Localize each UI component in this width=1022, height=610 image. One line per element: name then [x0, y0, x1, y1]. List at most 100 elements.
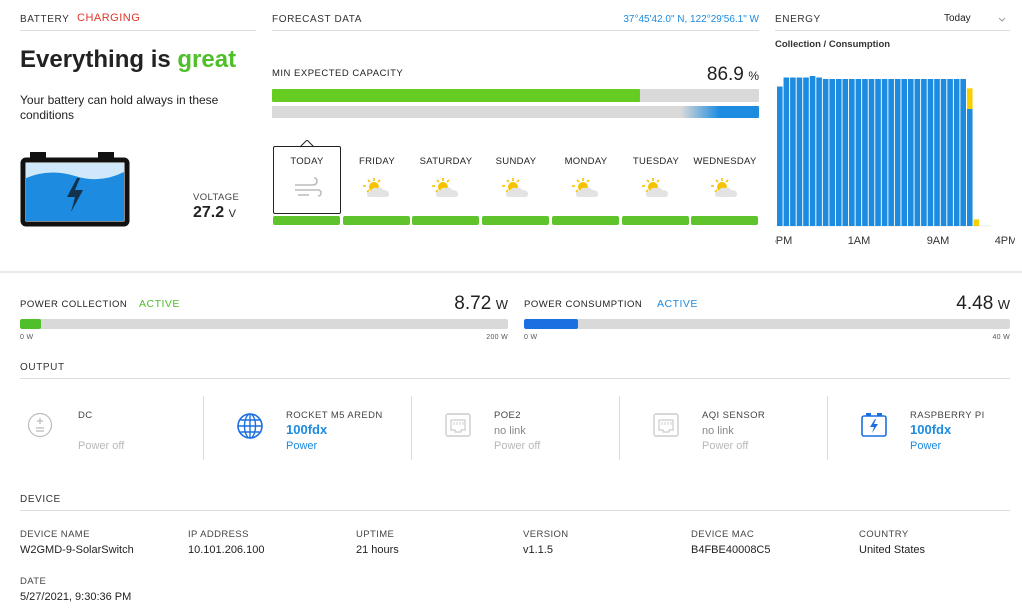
forecast-day-monday[interactable]: MONDAY — [552, 146, 620, 214]
uptime-label: UPTIME — [356, 529, 395, 540]
output-port-link: no link — [494, 425, 526, 437]
date-value: 5/27/2021, 9:30:36 PM — [20, 591, 132, 603]
output-port-power: Power — [910, 440, 942, 452]
voltage-readout: 27.2 V — [193, 204, 236, 222]
chart-x-tick-label: 5PM — [775, 235, 792, 247]
chart-bar-collection — [966, 109, 973, 226]
globe-icon — [237, 413, 263, 439]
output-port-power: Power off — [702, 440, 749, 452]
partly-sunny-icon — [642, 178, 668, 197]
power-consumption-unit: W — [997, 297, 1010, 312]
output-port-name: ROCKET M5 AREDN — [286, 410, 383, 421]
power-collection-min: 0 W — [20, 334, 34, 341]
power-consumption-readout: 4.48 W — [900, 293, 1010, 315]
chart-bar-collection — [940, 79, 947, 226]
output-port-name: DC — [78, 410, 93, 421]
power-consumption-bar — [524, 319, 1010, 329]
partly-sunny-icon — [502, 178, 528, 197]
capacity-bar — [272, 89, 759, 102]
battery-charging-icon — [20, 152, 130, 227]
forecast-day-friday[interactable]: FRIDAY — [343, 146, 411, 214]
forecast-day-saturday[interactable]: SATURDAY — [412, 146, 480, 214]
device-mac-value: B4FBE40008C5 — [691, 544, 771, 556]
forecast-day-bar — [343, 216, 410, 225]
location-coordinates[interactable]: 37°45'42.0" N, 122°29'56.1" W — [560, 14, 759, 25]
power-consumption-bar-fill — [524, 319, 579, 329]
chart-bar-consumption — [966, 88, 973, 109]
chart-bar-collection — [914, 79, 921, 226]
chart-bar-collection — [842, 79, 849, 226]
voltage-label: VOLTAGE — [193, 192, 240, 203]
power-collection-readout: 8.72 W — [400, 293, 508, 315]
forecast-day-name: WEDNESDAY — [693, 156, 757, 167]
forecast-day-bar — [552, 216, 619, 225]
device-section-title: DEVICE — [20, 494, 61, 505]
output-section-title: OUTPUT — [20, 362, 65, 373]
version-value: v1.1.5 — [523, 544, 553, 556]
forecast-day-name: FRIDAY — [359, 156, 395, 167]
min-capacity-label: MIN EXPECTED CAPACITY — [272, 68, 404, 79]
partly-sunny-icon — [572, 178, 598, 197]
forecast-day-today[interactable]: TODAY — [273, 146, 341, 214]
range-select[interactable]: Today — [944, 13, 1010, 24]
forecast-day-tuesday[interactable]: TUESDAY — [622, 146, 690, 214]
power-consumption-label: POWER CONSUMPTION — [524, 299, 643, 310]
wind-icon — [295, 177, 322, 197]
ip-address-value: 10.101.206.100 — [188, 544, 265, 556]
country-label: COUNTRY — [859, 529, 909, 540]
battery-charge-port-icon — [861, 413, 887, 437]
battery-headline: Everything is great — [20, 46, 236, 74]
forecast-day-sunday[interactable]: SUNDAY — [482, 146, 550, 214]
power-consumption-status: ACTIVE — [657, 298, 698, 310]
chart-bar-collection — [835, 79, 842, 226]
power-collection-max: 200 W — [486, 334, 508, 341]
chart-bar-collection — [960, 79, 966, 226]
power-consumption-max: 40 W — [992, 334, 1010, 341]
forecast-day-wednesday[interactable]: WEDNESDAY — [691, 146, 759, 214]
forecast-day-name: SUNDAY — [495, 156, 537, 167]
output-port-aqi-sensor[interactable]: AQI SENSOR no link Power off — [620, 396, 827, 460]
chart-bar-collection — [901, 79, 908, 226]
chart-bar-collection — [947, 79, 953, 226]
power-collection-unit: W — [495, 297, 508, 312]
output-port-rocket-m5[interactable]: ROCKET M5 AREDN 100fdx Power — [204, 396, 411, 460]
output-port-poe2[interactable]: POE2 no link Power off — [412, 396, 619, 460]
output-port-name: AQI SENSOR — [702, 410, 766, 421]
power-collection-bar — [20, 319, 508, 329]
partly-sunny-icon — [432, 178, 458, 197]
forecast-day-name: TODAY — [290, 156, 324, 167]
chart-x-tick-label: 4PM — [995, 235, 1015, 247]
forecast-day-bar — [482, 216, 549, 225]
forecast-day-bar — [622, 216, 689, 225]
partly-sunny-icon — [711, 178, 737, 197]
energy-chart: 5PM 1AM 9AM 4PM — [775, 76, 1015, 247]
output-port-name: POE2 — [494, 410, 521, 421]
device-name-label: DEVICE NAME — [20, 529, 90, 540]
dc-plus-minus-icon — [27, 412, 53, 438]
power-consumption-min: 0 W — [524, 334, 538, 341]
headline-status-word: great — [177, 46, 237, 73]
battery-description: Your battery can hold always in these co… — [20, 93, 219, 122]
min-capacity-value: 86.9 — [706, 64, 744, 85]
device-mac-label: DEVICE MAC — [691, 529, 755, 540]
voltage-unit: V — [228, 208, 236, 220]
forecast-day-name: MONDAY — [564, 156, 608, 167]
country-value: United States — [859, 544, 926, 556]
chart-bar-collection — [822, 79, 829, 226]
min-capacity-readout: 86.9 % — [640, 64, 759, 86]
forecast-day-name: SATURDAY — [419, 156, 473, 167]
uptime-value: 21 hours — [356, 544, 399, 556]
date-label: DATE — [20, 576, 47, 587]
chart-bar-collection — [927, 79, 934, 226]
chart-bar-collection — [777, 86, 783, 226]
chart-bar-collection — [934, 79, 940, 226]
chart-bar-collection — [855, 79, 862, 226]
chart-bar-collection — [809, 76, 816, 226]
output-port-raspberry-pi[interactable]: RASPBERRY PI 100fdx Power — [828, 396, 1022, 460]
output-port-power: Power off — [78, 440, 125, 452]
chart-bar-collection — [868, 79, 875, 226]
forecast-day-bar — [412, 216, 479, 225]
output-port-dc[interactable]: DC Power off — [0, 396, 203, 460]
power-collection-value: 8.72 — [454, 293, 492, 314]
min-capacity-unit: % — [748, 69, 759, 83]
